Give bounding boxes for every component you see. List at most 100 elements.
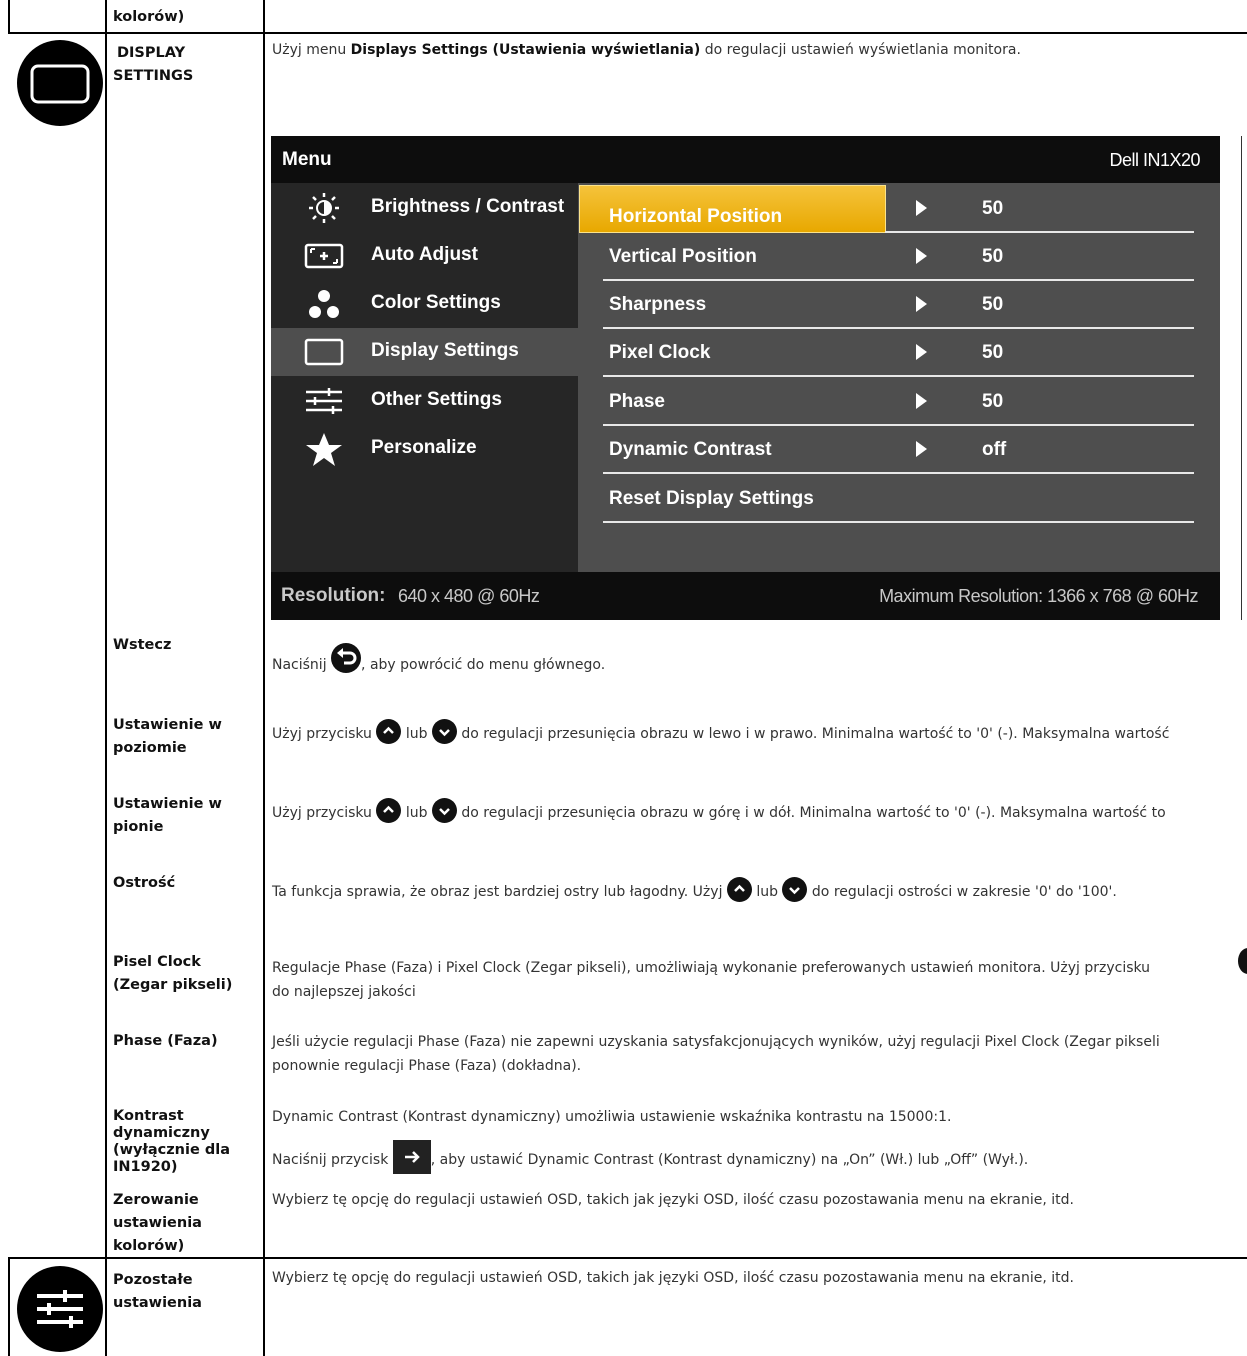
- setting-name: Phase: [609, 391, 665, 412]
- display-title-line-2: SETTINGS: [113, 68, 194, 84]
- star-icon: [306, 433, 342, 466]
- resolution-label: Resolution:: [281, 585, 386, 606]
- osd-setting-phase[interactable]: Phase 50: [603, 378, 1194, 426]
- osd-item-personalize[interactable]: Personalize: [271, 425, 578, 473]
- osd-model: Dell IN1X20: [1109, 150, 1200, 170]
- up-button-icon: [376, 798, 402, 823]
- column-divider-0b: [8, 1258, 10, 1356]
- desc-text: do regulacji przesunięcia obrazu w górę …: [456, 805, 1166, 821]
- column-divider-0: [8, 0, 10, 32]
- row-label-kontrast: Kontrast dynamiczny (wyłącznie dla IN192…: [113, 1108, 230, 1175]
- setting-value: 50: [982, 342, 1004, 363]
- auto-adjust-icon: [304, 243, 344, 269]
- desc-text: , aby ustawić Dynamic Contrast (Kontrast…: [430, 1152, 1029, 1168]
- right-arrow-button-icon: [392, 1140, 431, 1174]
- desc-text: Jeśli użycie regulacji Phase (Faza) nie …: [272, 1034, 1160, 1050]
- setting-name: Dynamic Contrast: [609, 439, 772, 460]
- row-desc-zerowanie: Wybierz tę opcję do regulacji ustawień O…: [272, 1192, 1074, 1208]
- sliders-icon: [306, 388, 342, 414]
- setting-value: 50: [982, 294, 1004, 315]
- osd-setting-pixel-clock[interactable]: Pixel Clock 50: [603, 329, 1194, 377]
- row-desc-phase: Jeśli użycie regulacji Phase (Faza) nie …: [272, 1030, 1160, 1078]
- row-label-poziom: Ustawienie w poziomie: [113, 717, 222, 756]
- column-divider-2: [263, 0, 265, 1356]
- row-label-pixel-clock: Pisel Clock (Zegar pikseli): [113, 954, 233, 993]
- setting-name: Pixel Clock: [609, 342, 711, 363]
- row-desc-kontrast-2: Naciśnij przycisk , aby ustawić Dynamic …: [272, 1140, 1028, 1174]
- display-title-line-1: DISPLAY: [117, 45, 186, 61]
- desc-text: Użyj przycisku: [272, 726, 377, 742]
- osd-item-label: Display Settings: [371, 340, 519, 361]
- cut-button-icon: [1238, 948, 1247, 974]
- row-label-zerowanie: Zerowanie ustawienia kolorów): [113, 1192, 202, 1254]
- color-settings-icon: [309, 290, 339, 318]
- down-button-icon: [431, 719, 457, 744]
- setting-underline: [603, 472, 1194, 474]
- setting-underline: [603, 375, 1194, 377]
- row-label-ostrosc: Ostrość: [113, 875, 176, 891]
- arrow-right-icon: [916, 441, 927, 457]
- desc-text: do najlepszej jakości: [272, 984, 416, 1000]
- osd-item-brightness[interactable]: Brightness / Contrast: [271, 184, 578, 232]
- row-label-pion: Ustawienie w pionie: [113, 796, 222, 835]
- up-button-icon: [726, 877, 752, 902]
- osd-footer: Resolution: 640 x 480 @ 60Hz Maximum Res…: [271, 572, 1220, 620]
- osd-item-color-settings[interactable]: Color Settings: [271, 280, 578, 328]
- osd-item-label: Color Settings: [371, 292, 501, 313]
- row-desc-other: Wybierz tę opcję do regulacji ustawień O…: [272, 1270, 1074, 1286]
- osd-setting-vertical-position[interactable]: Vertical Position 50: [603, 233, 1194, 281]
- osd-setting-reset-display[interactable]: Reset Display Settings: [603, 475, 1194, 523]
- back-button-icon: [331, 643, 362, 673]
- arrow-right-icon: [916, 248, 927, 264]
- row-desc-pixel-clock: Regulacje Phase (Faza) i Pixel Clock (Ze…: [272, 956, 1150, 1004]
- display-icon: [304, 338, 344, 366]
- desc-text: lub: [401, 805, 432, 821]
- arrow-right-icon: [916, 200, 927, 216]
- osd-setting-dynamic-contrast[interactable]: Dynamic Contrast off: [603, 426, 1194, 474]
- intro-post: do regulacji ustawień wyświetlania monit…: [700, 42, 1021, 58]
- osd-item-label: Auto Adjust: [371, 244, 478, 265]
- desc-text: lub: [401, 726, 432, 742]
- osd-item-other-settings[interactable]: Other Settings: [271, 377, 578, 425]
- arrow-right-icon: [916, 344, 927, 360]
- intro-bold: Displays Settings (Ustawienia wyświetlan…: [350, 42, 701, 58]
- arrow-right-icon: [916, 296, 927, 312]
- display-settings-icon: [17, 40, 103, 126]
- desc-text: do regulacji ostrości w zakresie '0' do …: [807, 884, 1117, 900]
- column-divider-1: [105, 0, 107, 1356]
- down-button-icon: [782, 877, 808, 902]
- osd-setting-horizontal-position[interactable]: Horizontal Position 50: [603, 185, 1194, 233]
- resolution-value: 640 x 480 @ 60Hz: [398, 586, 540, 606]
- row-label-wstecz: Wstecz: [113, 637, 172, 653]
- desc-text: ponownie regulacji Phase (Faza) (dokładn…: [272, 1058, 582, 1074]
- up-button-icon: [376, 719, 402, 744]
- row-divider-top: [8, 32, 1247, 34]
- desc-text: Ta funkcja sprawia, że obraz jest bardzi…: [272, 884, 727, 900]
- setting-underline: [603, 521, 1194, 523]
- setting-name: Sharpness: [609, 294, 707, 315]
- desc-text: Naciśnij: [272, 657, 332, 673]
- setting-name: Horizontal Position: [609, 206, 783, 227]
- setting-value: 50: [982, 391, 1004, 412]
- osd-edge-line: [1241, 136, 1242, 620]
- setting-value: off: [982, 439, 1007, 460]
- display-section-title: DISPLAY SETTINGS: [113, 42, 258, 88]
- arrow-right-icon: [916, 393, 927, 409]
- setting-value: 50: [982, 198, 1004, 219]
- row-desc-ostrosc: Ta funkcja sprawia, że obraz jest bardzi…: [272, 877, 1117, 904]
- osd-item-display-settings[interactable]: Display Settings: [271, 328, 578, 376]
- desc-text: do regulacji przesunięcia obrazu w lewo …: [456, 726, 1170, 742]
- osd-menu-title: Menu: [282, 149, 332, 170]
- row-desc-wstecz: Naciśnij , aby powrócić do menu głównego…: [272, 643, 605, 677]
- osd-item-auto-adjust[interactable]: Auto Adjust: [271, 232, 578, 280]
- osd-setting-sharpness[interactable]: Sharpness 50: [603, 281, 1194, 329]
- other-settings-icon: [17, 1266, 103, 1352]
- row-label-other: Pozostałe ustawienia: [113, 1272, 202, 1311]
- osd-menu: Menu Dell IN1X20 Brightness / Contrast A…: [271, 136, 1220, 620]
- down-button-icon: [431, 798, 457, 823]
- setting-value: 50: [982, 246, 1004, 267]
- desc-text: Użyj przycisku: [272, 805, 377, 821]
- row-desc-pion: Użyj przycisku lub do regulacji przesuni…: [272, 798, 1166, 825]
- osd-sidebar: Brightness / Contrast Auto Adjust Color …: [271, 183, 578, 572]
- display-intro: Użyj menu Displays Settings (Ustawienia …: [272, 38, 1021, 62]
